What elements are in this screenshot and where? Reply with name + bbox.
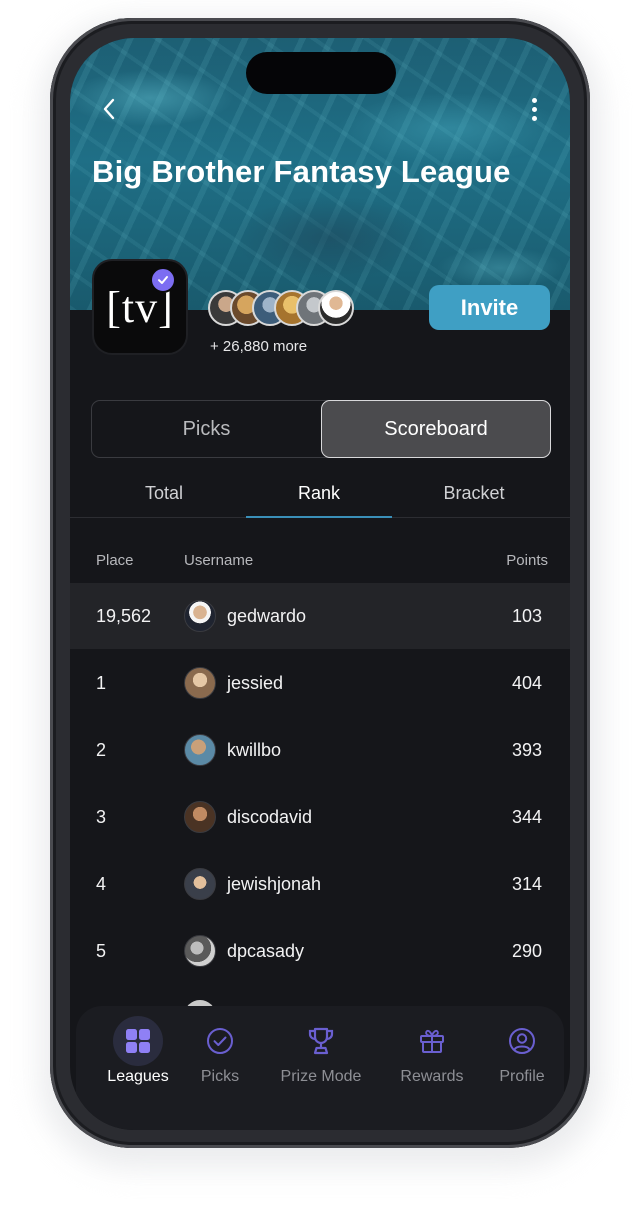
tab-picks[interactable]: Picks bbox=[180, 1006, 260, 1106]
row-place: 2 bbox=[96, 739, 107, 760]
user-avatar bbox=[184, 868, 216, 900]
more-options-button[interactable] bbox=[522, 92, 546, 126]
more-dot-icon bbox=[531, 106, 537, 112]
row-points: 103 bbox=[511, 605, 542, 626]
tab-label: Prize Mode bbox=[280, 1068, 362, 1085]
tab-prize-mode[interactable]: Prize Mode bbox=[266, 1006, 376, 1106]
row-place: 3 bbox=[96, 806, 107, 827]
column-header-place: Place bbox=[96, 552, 134, 569]
row-place: 4 bbox=[96, 873, 107, 894]
member-avatars[interactable] bbox=[208, 290, 368, 328]
member-avatar bbox=[318, 290, 354, 326]
tab-leagues[interactable]: Leagues bbox=[90, 1006, 186, 1106]
table-row-current-user[interactable]: 19,562 gedwardo 103 bbox=[70, 583, 570, 649]
tab-label: Rewards bbox=[400, 1068, 464, 1085]
tab-label: Leagues bbox=[107, 1068, 169, 1085]
row-points: 344 bbox=[511, 806, 542, 827]
league-title: Big Brother Fantasy League bbox=[92, 154, 511, 189]
row-username: jewishjonah bbox=[227, 873, 322, 894]
row-username: jessied bbox=[227, 672, 284, 693]
subtab-total[interactable]: Total bbox=[86, 470, 242, 516]
back-button[interactable] bbox=[94, 92, 124, 126]
row-place: 19,562 bbox=[96, 605, 152, 626]
verified-badge-icon bbox=[150, 267, 176, 293]
gift-icon bbox=[407, 1016, 457, 1066]
user-avatar bbox=[184, 734, 216, 766]
more-dot-icon bbox=[531, 115, 537, 121]
invite-button[interactable]: Invite bbox=[429, 285, 550, 330]
table-row[interactable]: 2 kwillbo 393 bbox=[70, 717, 570, 783]
chevron-left-icon bbox=[103, 98, 115, 120]
row-username: discodavid bbox=[227, 806, 313, 827]
column-header-points: Points bbox=[506, 552, 548, 569]
app-screen: Big Brother Fantasy League [tv] + 26,880… bbox=[70, 38, 570, 1130]
active-subtab-indicator bbox=[246, 516, 392, 518]
row-points: 393 bbox=[511, 739, 542, 760]
subtab-rank[interactable]: Rank bbox=[246, 470, 392, 516]
segment-scoreboard[interactable]: Scoreboard bbox=[321, 400, 551, 458]
row-username: kwillbo bbox=[227, 739, 282, 760]
row-username: gedwardo bbox=[227, 605, 307, 626]
user-avatar bbox=[184, 600, 216, 632]
scoreboard-subtabs: Total Rank Bracket bbox=[70, 470, 570, 518]
row-place: 5 bbox=[96, 940, 107, 961]
members-more-count: + 26,880 more bbox=[210, 338, 308, 355]
trophy-icon bbox=[296, 1016, 346, 1066]
view-segmented-control: Picks Scoreboard bbox=[91, 400, 551, 458]
check-circle-icon bbox=[195, 1016, 245, 1066]
user-avatar bbox=[184, 801, 216, 833]
row-points: 314 bbox=[511, 873, 542, 894]
more-dot-icon bbox=[531, 97, 537, 103]
table-row[interactable]: 5 dpcasady 290 bbox=[70, 918, 570, 984]
user-circle-icon bbox=[497, 1016, 547, 1066]
user-avatar bbox=[184, 935, 216, 967]
user-avatar bbox=[184, 667, 216, 699]
row-points: 290 bbox=[511, 940, 542, 961]
tab-label: Picks bbox=[200, 1068, 240, 1085]
bottom-tab-bar: Leagues Picks Prize Mode Rewards Profile bbox=[76, 1006, 564, 1130]
table-row[interactable]: 3 discodavid 344 bbox=[70, 784, 570, 850]
row-points: 404 bbox=[511, 672, 542, 693]
dynamic-island bbox=[246, 52, 396, 94]
table-row[interactable]: 4 jewishjonah 314 bbox=[70, 851, 570, 917]
tab-rewards[interactable]: Rewards bbox=[384, 1006, 480, 1106]
tab-profile[interactable]: Profile bbox=[482, 1006, 562, 1106]
segment-picks[interactable]: Picks bbox=[92, 401, 321, 457]
column-header-username: Username bbox=[184, 552, 254, 569]
row-username: dpcasady bbox=[227, 940, 305, 961]
grid-icon bbox=[113, 1016, 163, 1066]
subtab-bracket[interactable]: Bracket bbox=[396, 470, 552, 516]
table-row[interactable]: 1 jessied 404 bbox=[70, 650, 570, 716]
row-place: 1 bbox=[96, 672, 107, 693]
tab-label: Profile bbox=[499, 1068, 545, 1085]
